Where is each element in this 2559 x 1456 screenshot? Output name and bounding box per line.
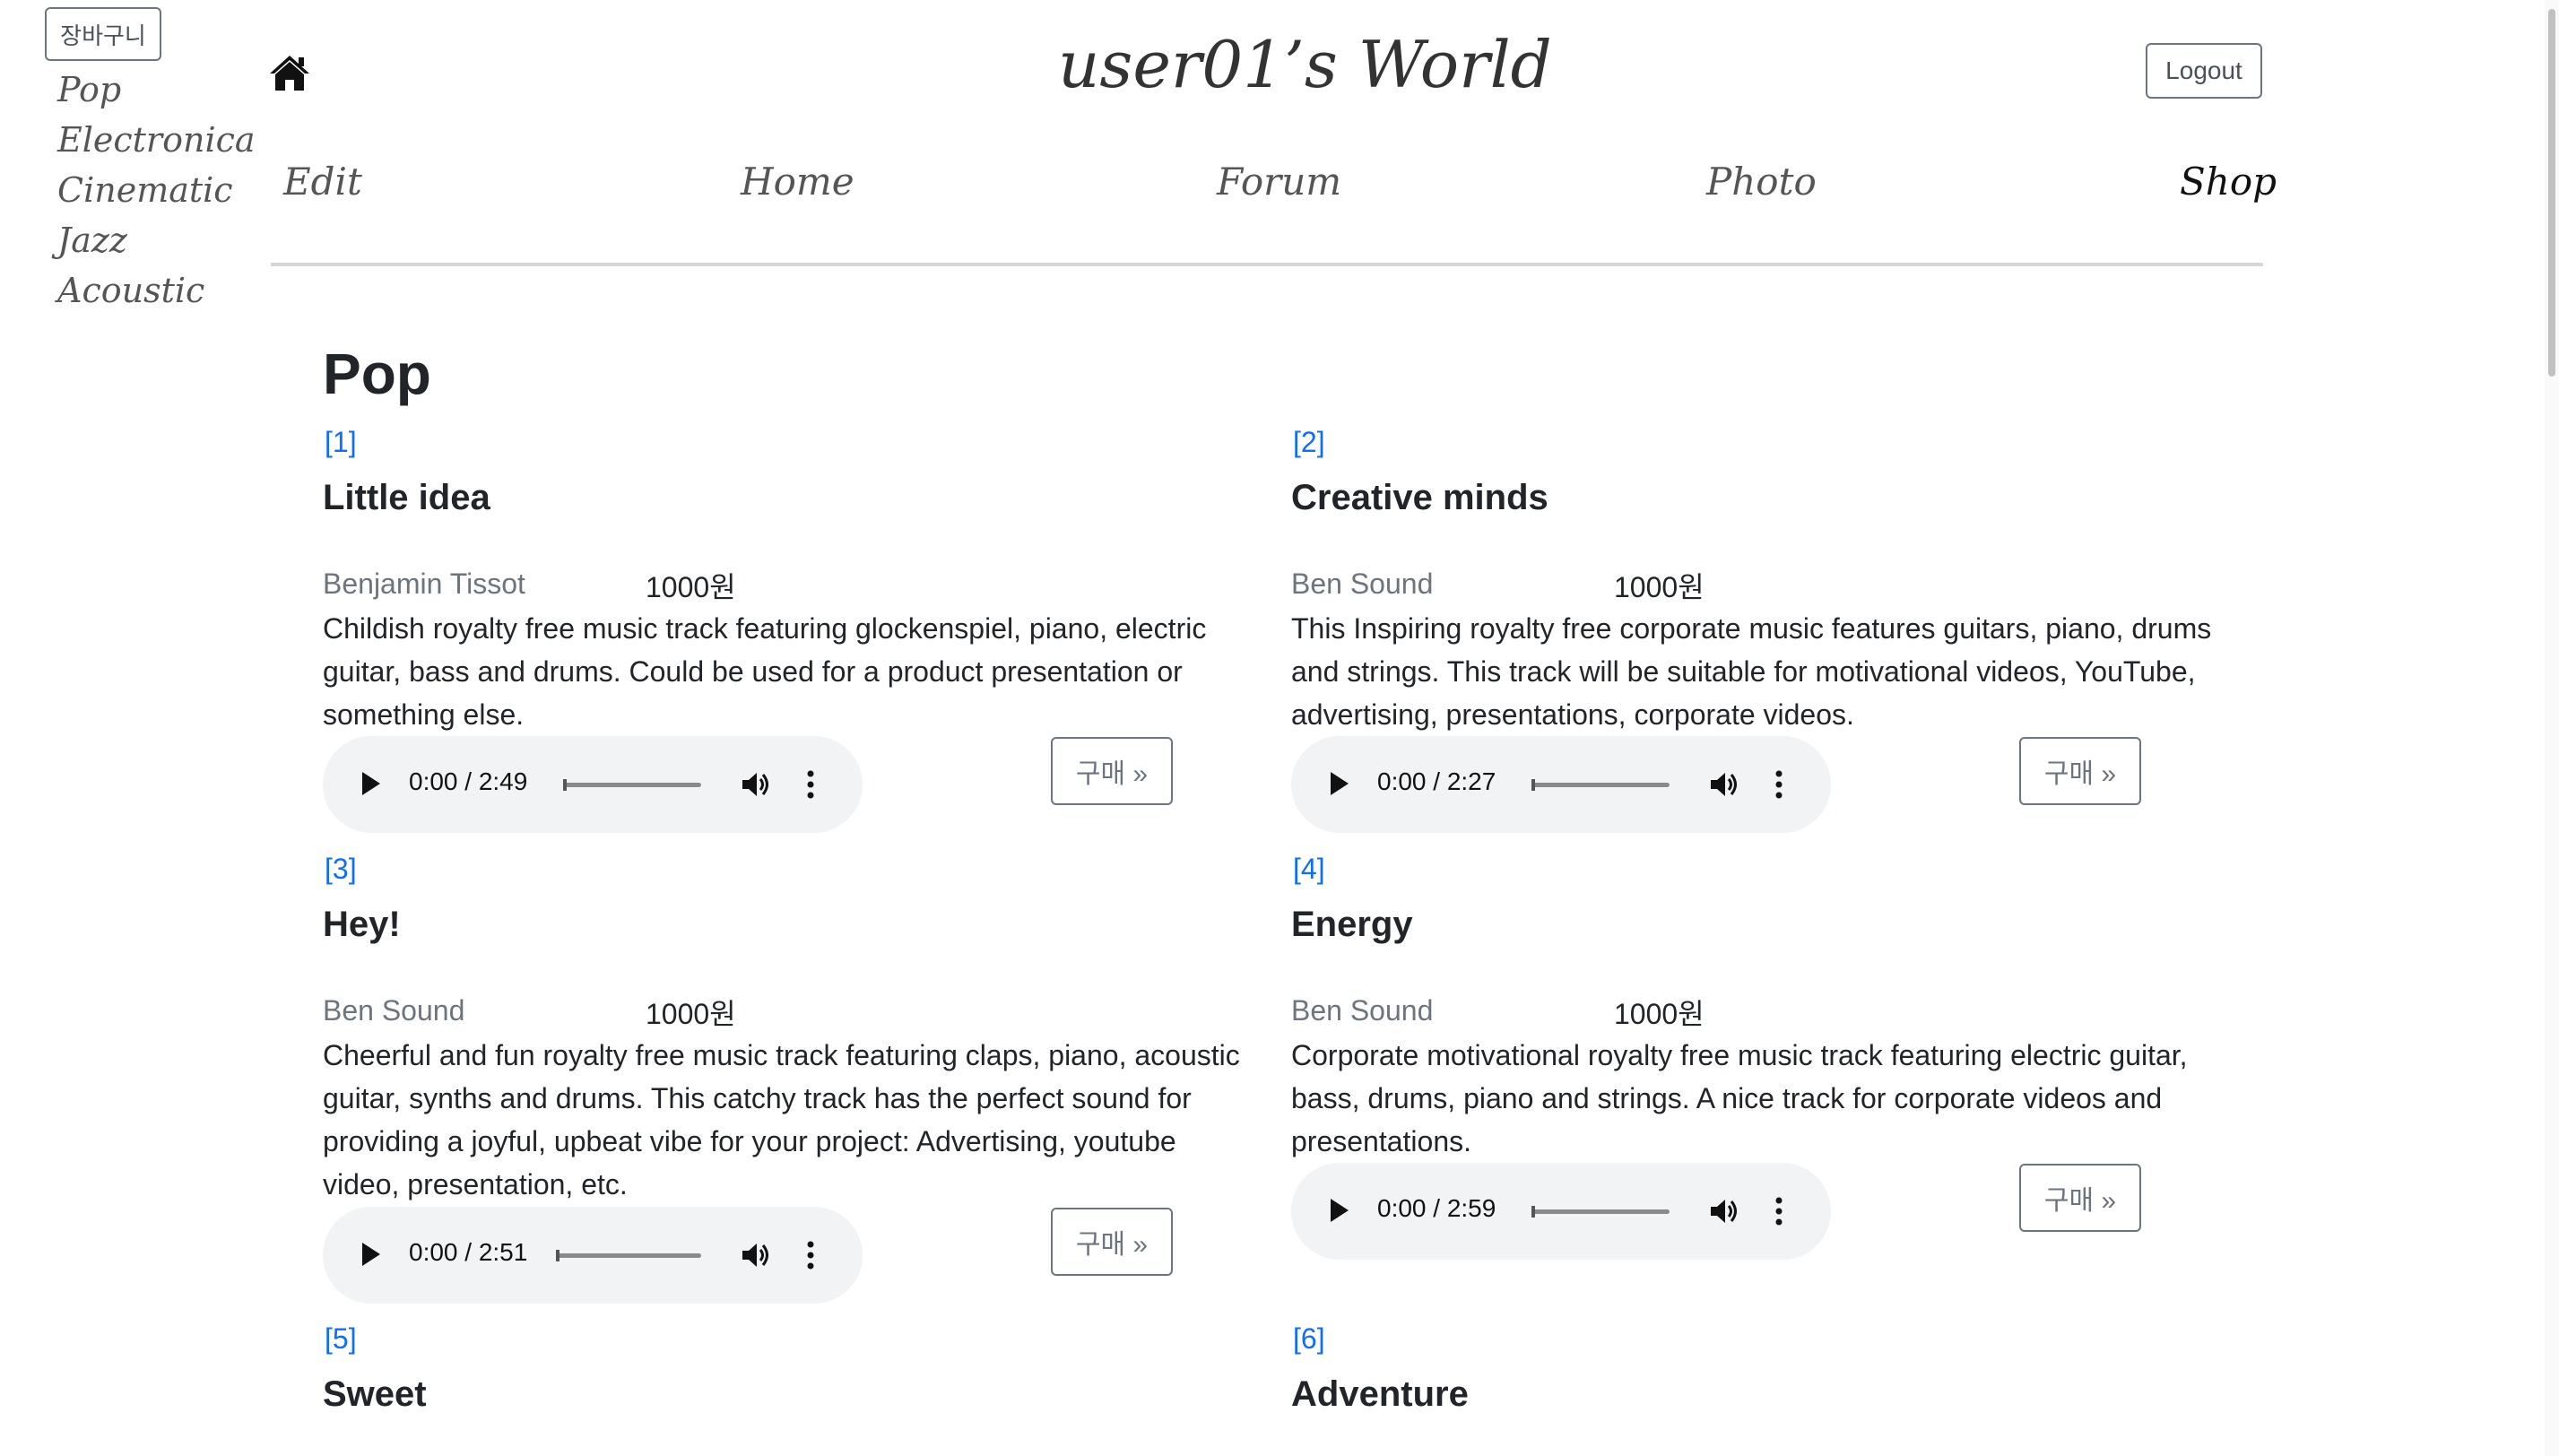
track-card: [2] Creative minds Ben Sound 1000원 This … [1291,426,2224,838]
genre-jazz[interactable]: Jazz [57,215,256,265]
track-number[interactable]: [1] [325,426,357,459]
nav-shop[interactable]: Shop [2180,160,2277,204]
track-card: [6] Adventure [1291,1322,2224,1448]
time-display: 0:00 / 2:51 [409,1238,528,1266]
seek-slider[interactable] [556,1250,701,1261]
seek-thumb[interactable] [1531,779,1535,791]
audio-player: 0:00 / 2:59 [1291,1163,1831,1260]
track-card: [1] Little idea Benjamin Tissot 1000원 Ch… [323,426,1255,838]
nav-photo[interactable]: Photo [1706,160,1817,204]
scrollbar-thumb[interactable] [2548,9,2555,377]
play-icon[interactable] [362,1243,380,1266]
audio-player: 0:00 / 2:27 [1291,736,1831,833]
buy-button[interactable]: 구매 » [1051,1208,1173,1276]
volume-icon[interactable] [741,1241,771,1270]
cart-button[interactable]: 장바구니 [45,7,161,61]
more-options-icon[interactable] [807,1241,814,1270]
buy-button[interactable]: 구매 » [2019,1164,2141,1232]
page-scrollbar[interactable] [2545,0,2559,1456]
track-title: Creative minds [1291,478,1548,517]
play-icon[interactable] [362,772,380,795]
nav-home[interactable]: Home [741,160,854,204]
time-display: 0:00 / 2:27 [1377,767,1496,795]
seek-thumb[interactable] [1531,1206,1535,1218]
more-options-icon[interactable] [1775,770,1783,799]
audio-player: 0:00 / 2:49 [323,736,863,833]
track-title: Adventure [1291,1374,1469,1414]
track-description: Cheerful and fun royalty free music trac… [323,1039,1240,1200]
time-display: 0:00 / 2:59 [1377,1194,1496,1222]
genre-acoustic[interactable]: Acoustic [57,265,256,316]
play-icon[interactable] [1331,1199,1349,1222]
nav-forum[interactable]: Forum [1217,160,1341,204]
track-title: Energy [1291,905,1413,944]
track-title: Sweet [323,1374,427,1414]
track-description: Childish royalty free music track featur… [323,612,1207,731]
track-number[interactable]: [3] [325,853,357,886]
seek-thumb[interactable] [563,779,567,791]
genre-cinematic[interactable]: Cinematic [57,165,256,215]
nav-divider [271,263,2263,266]
track-price: 1000원 [646,571,736,603]
track-price: 1000원 [646,998,736,1030]
time-display: 0:00 / 2:49 [409,767,528,795]
track-artist: Benjamin Tissot [323,568,525,600]
track-number[interactable]: [4] [1293,853,1325,886]
section-title: Pop [323,342,431,406]
track-artist: Ben Sound [1291,568,1434,600]
track-artist: Ben Sound [323,994,465,1027]
site-title: user01’s World [1058,27,1552,102]
seek-slider[interactable] [1531,1206,1670,1218]
buy-button[interactable]: 구매 » [2019,737,2141,805]
track-price: 1000원 [1614,998,1705,1030]
buy-button[interactable]: 구매 » [1051,737,1173,805]
genre-electronica[interactable]: Electronica [57,115,256,165]
track-number[interactable]: [5] [325,1322,357,1356]
track-title: Little idea [323,478,490,517]
track-artist: Ben Sound [1291,994,1434,1027]
seek-slider[interactable] [563,779,701,791]
seek-thumb[interactable] [556,1250,560,1261]
home-icon[interactable] [269,54,310,91]
genre-pop[interactable]: Pop [57,65,256,115]
track-number[interactable]: [6] [1293,1322,1325,1356]
track-card: [4] Energy Ben Sound 1000원 Corporate mot… [1291,853,2224,1265]
nav-edit[interactable]: Edit [283,160,362,204]
track-number[interactable]: [2] [1293,426,1325,459]
more-options-icon[interactable] [1775,1197,1783,1226]
genre-list: Pop Electronica Cinematic Jazz Acoustic [57,65,256,316]
more-options-icon[interactable] [807,770,814,799]
track-card: [3] Hey! Ben Sound 1000원 Cheerful and fu… [323,853,1255,1310]
track-description: Corporate motivational royalty free musi… [1291,1039,2188,1157]
logout-button[interactable]: Logout [2146,43,2262,99]
play-icon[interactable] [1331,772,1349,795]
seek-slider[interactable] [1531,779,1670,791]
volume-icon[interactable] [1709,770,1739,799]
track-description: This Inspiring royalty free corporate mu… [1291,612,2212,731]
audio-player: 0:00 / 2:51 [323,1207,863,1304]
track-price: 1000원 [1614,571,1705,603]
track-card: [5] Sweet [323,1322,1255,1448]
volume-icon[interactable] [741,770,771,799]
volume-icon[interactable] [1709,1197,1739,1226]
page: 장바구니 Pop Electronica Cinematic Jazz Acou… [0,0,2559,1456]
track-title: Hey! [323,905,401,944]
